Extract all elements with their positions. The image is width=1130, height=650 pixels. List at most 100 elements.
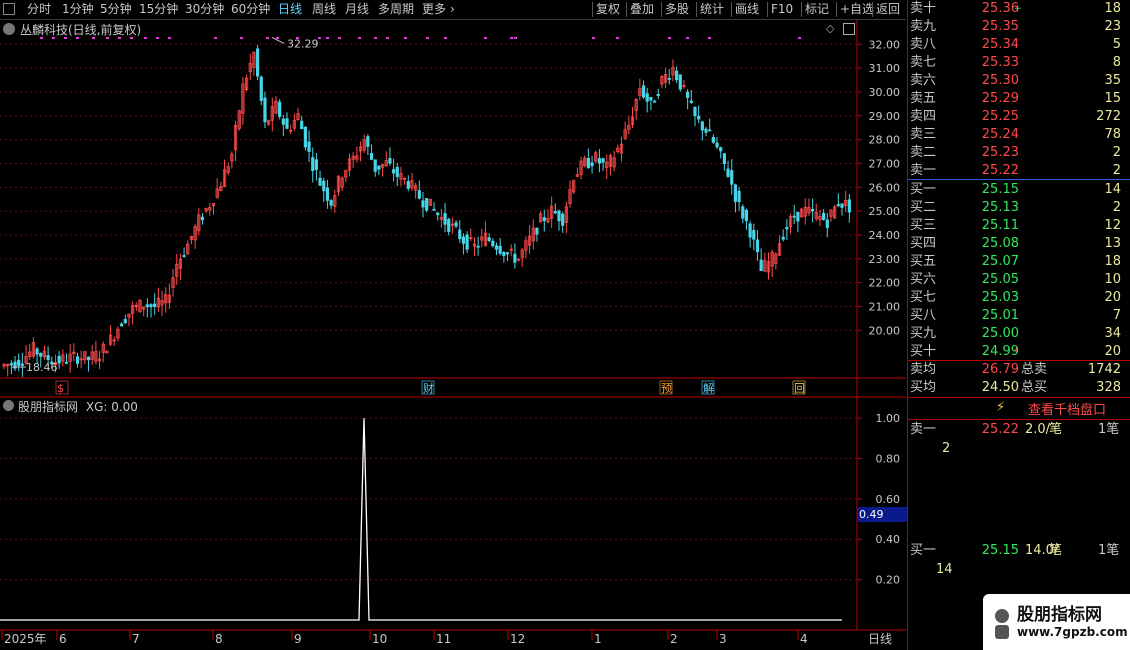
- divider: [908, 419, 1130, 420]
- candle-body: [120, 323, 124, 327]
- watermark-title: 股朋指标网: [1017, 605, 1102, 625]
- candle-body: [597, 158, 602, 164]
- candle-body: [395, 167, 399, 178]
- bid-row[interactable]: 买二 25.13 2: [908, 199, 1130, 217]
- signal-dot: [510, 37, 513, 39]
- signal-dot: [130, 37, 133, 39]
- event-marker-text[interactable]: 回: [794, 382, 805, 395]
- period-tab-8[interactable]: 月线: [345, 0, 369, 19]
- separator: [767, 2, 768, 17]
- period-tab-2[interactable]: 5分钟: [100, 0, 132, 19]
- bid-row[interactable]: 买九 25.00 34: [908, 325, 1130, 343]
- toolbar-button-8[interactable]: 返回: [876, 0, 900, 19]
- event-marker-text[interactable]: $: [57, 382, 64, 395]
- ask-row[interactable]: 卖一 25.22 2: [908, 162, 1130, 180]
- candle-body: [825, 219, 829, 229]
- chevron-right-icon[interactable]: ›: [450, 0, 455, 19]
- candle-body: [792, 215, 796, 218]
- y-tick-label: 28.00: [869, 134, 901, 147]
- toolbar-button-4[interactable]: 画线: [735, 0, 759, 19]
- signal-dot: [686, 37, 689, 39]
- separator: [661, 2, 662, 17]
- ask-row[interactable]: 卖六 25.30 35: [908, 72, 1130, 90]
- ask-row[interactable]: 卖十 25.36 18 +: [908, 0, 1130, 18]
- period-tab-6[interactable]: 日线: [278, 0, 302, 19]
- signal-dot: [76, 37, 79, 39]
- time-label: 9: [294, 632, 302, 646]
- signal-dot: [338, 37, 341, 39]
- candle-body: [17, 359, 21, 366]
- signal-dot: [426, 37, 429, 39]
- chevron-down-icon[interactable]: [3, 400, 14, 411]
- separator: [731, 2, 732, 17]
- event-marker-text[interactable]: 解: [703, 381, 714, 395]
- candle-body: [752, 230, 756, 240]
- ask-row[interactable]: 卖七 25.33 8: [908, 54, 1130, 72]
- toolbar-button-2[interactable]: 多股: [665, 0, 689, 19]
- candle-body: [741, 206, 745, 219]
- bid-row[interactable]: 买八 25.01 7: [908, 307, 1130, 325]
- candle-body: [300, 120, 304, 130]
- candle-body: [75, 356, 80, 364]
- toolbar-button-6[interactable]: 标记: [805, 0, 829, 19]
- signal-dot: [374, 37, 377, 39]
- separator: [801, 2, 802, 17]
- sell1-detail-row: 卖一 25.22 2.0/ 笔 1笔: [910, 422, 1120, 437]
- candle-body: [656, 94, 660, 96]
- toolbar-button-3[interactable]: 统计: [700, 0, 724, 19]
- ask-row[interactable]: 卖五 25.29 15: [908, 90, 1130, 108]
- y-tick-label: 32.00: [869, 38, 901, 51]
- candle-body: [755, 239, 760, 253]
- toolbar-button-7[interactable]: +自选: [840, 0, 874, 19]
- ask-row[interactable]: 卖三 25.24 78: [908, 126, 1130, 144]
- time-label: 12: [510, 632, 525, 646]
- ask-row[interactable]: 卖四 25.25 272: [908, 108, 1130, 126]
- period-tab-4[interactable]: 30分钟: [185, 0, 224, 19]
- candle-body: [719, 147, 723, 152]
- period-tab-9[interactable]: 多周期: [378, 0, 414, 19]
- event-marker-text[interactable]: 财: [423, 381, 434, 395]
- candle-body: [447, 218, 451, 232]
- toolbar-button-5[interactable]: F10: [771, 0, 793, 19]
- candle-body: [781, 236, 785, 240]
- bid-row[interactable]: 买四 25.08 13: [908, 235, 1130, 253]
- y-tick-label: 21.00: [869, 300, 901, 313]
- period-tab-0[interactable]: 分时: [27, 0, 51, 19]
- signal-dot: [404, 37, 407, 39]
- bid-row[interactable]: 买七 25.03 20: [908, 289, 1130, 307]
- bid-row[interactable]: 买五 25.07 18: [908, 253, 1130, 271]
- toolbar-button-0[interactable]: 复权: [596, 0, 620, 19]
- candle-body: [278, 101, 282, 117]
- period-tab-10[interactable]: 更多: [422, 0, 446, 19]
- bid-row[interactable]: 买一 25.15 14: [908, 181, 1130, 199]
- indicator-title: 股朋指标网 XG: 0.00: [18, 398, 138, 415]
- ask-row[interactable]: 卖二 25.23 2: [908, 144, 1130, 162]
- y-tick-label: 26.00: [869, 181, 901, 194]
- bid-row[interactable]: 买六 25.05 10: [908, 271, 1130, 289]
- candle-body: [847, 199, 851, 213]
- candle-body: [796, 211, 800, 222]
- menu-icon[interactable]: [3, 3, 15, 15]
- candle-body: [311, 157, 315, 171]
- period-tab-7[interactable]: 周线: [312, 0, 336, 19]
- summary-row: 买均 24.50 总买 328: [910, 380, 1121, 395]
- event-marker-text[interactable]: 预: [661, 382, 672, 395]
- ask-row[interactable]: 卖八 25.34 5: [908, 36, 1130, 54]
- candle-body: [704, 128, 708, 133]
- candle-body: [542, 217, 546, 222]
- candle-body: [785, 227, 789, 230]
- signal-dot: [168, 37, 171, 39]
- toolbar-button-1[interactable]: 叠加: [630, 0, 654, 19]
- period-tab-3[interactable]: 15分钟: [139, 0, 178, 19]
- candle-body: [329, 200, 333, 206]
- bid-row[interactable]: 买三 25.11 12: [908, 217, 1130, 235]
- candle-body: [822, 212, 826, 220]
- ask-row[interactable]: 卖九 25.35 23: [908, 18, 1130, 36]
- bid-row[interactable]: 买十 24.99 20 *: [908, 343, 1130, 361]
- thousand-depth-link[interactable]: 查看千档盘口: [1028, 399, 1106, 418]
- candle-body: [502, 251, 506, 257]
- period-toolbar: 分时 1分钟 5分钟 15分钟 30分钟 60分钟 日线 周线 月线 多周期 更多 › 复权 叠加 多股统…: [0, 0, 906, 20]
- period-tab-5[interactable]: 60分钟: [231, 0, 270, 19]
- candle-body: [369, 153, 374, 160]
- period-tab-1[interactable]: 1分钟: [62, 0, 94, 19]
